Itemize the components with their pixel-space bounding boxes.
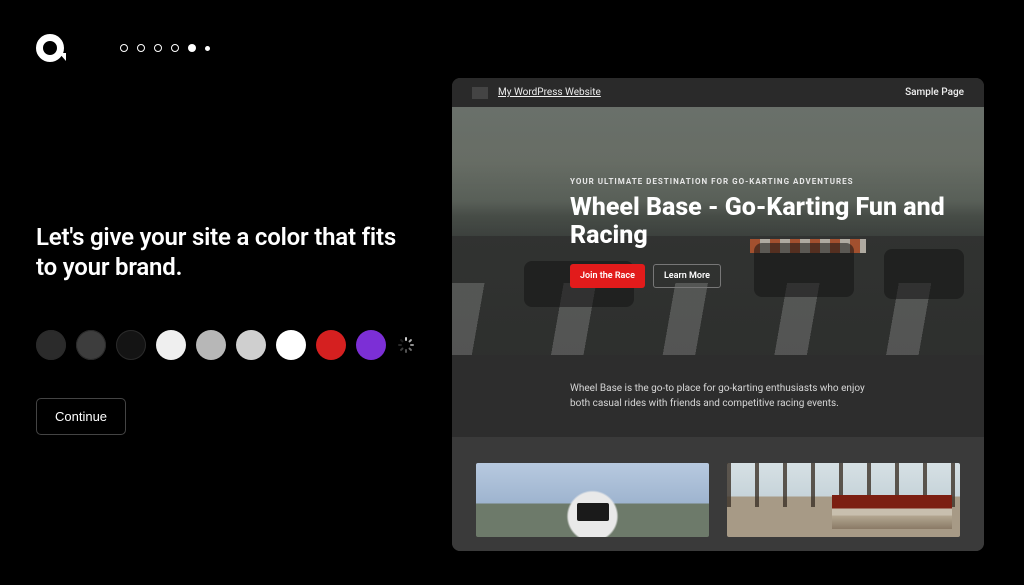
color-swatch-near-black[interactable] <box>116 330 146 360</box>
preview-hero-tagline: YOUR ULTIMATE DESTINATION FOR GO-KARTING… <box>570 177 964 186</box>
preview-site-name: My WordPress Website <box>498 87 601 98</box>
color-swatch-row <box>36 330 416 360</box>
preview-gallery-image-2 <box>727 463 960 537</box>
brand-logo <box>36 34 64 62</box>
preview-hero-title: Wheel Base - Go-Karting Fun and Racing <box>570 194 964 250</box>
preview-join-button: Join the Race <box>570 264 645 288</box>
preview-hero: YOUR ULTIMATE DESTINATION FOR GO-KARTING… <box>452 107 984 355</box>
progress-step-6 <box>205 46 210 51</box>
loading-spinner-icon <box>396 335 416 355</box>
progress-step-2 <box>137 44 145 52</box>
color-swatch-purple[interactable] <box>356 330 386 360</box>
color-swatch-off-white[interactable] <box>156 330 186 360</box>
progress-step-4 <box>171 44 179 52</box>
progress-step-5-current <box>188 44 196 52</box>
color-swatch-white[interactable] <box>276 330 306 360</box>
progress-step-1 <box>120 44 128 52</box>
preview-site-icon <box>472 87 488 99</box>
progress-step-3 <box>154 44 162 52</box>
color-swatch-charcoal[interactable] <box>36 330 66 360</box>
page-heading: Let's give your site a color that fits t… <box>36 222 416 282</box>
preview-description: Wheel Base is the go-to place for go-kar… <box>452 355 984 437</box>
preview-gallery-image-1 <box>476 463 709 537</box>
site-preview: My WordPress Website Sample Page YOUR UL… <box>452 78 984 551</box>
color-swatch-light-gray[interactable] <box>236 330 266 360</box>
color-swatch-dim-gray[interactable] <box>76 330 106 360</box>
color-swatch-silver[interactable] <box>196 330 226 360</box>
color-swatch-red[interactable] <box>316 330 346 360</box>
preview-learn-more-button: Learn More <box>653 264 721 288</box>
continue-button[interactable]: Continue <box>36 398 126 435</box>
step-progress <box>120 44 210 52</box>
preview-nav-sample-page: Sample Page <box>905 87 964 98</box>
